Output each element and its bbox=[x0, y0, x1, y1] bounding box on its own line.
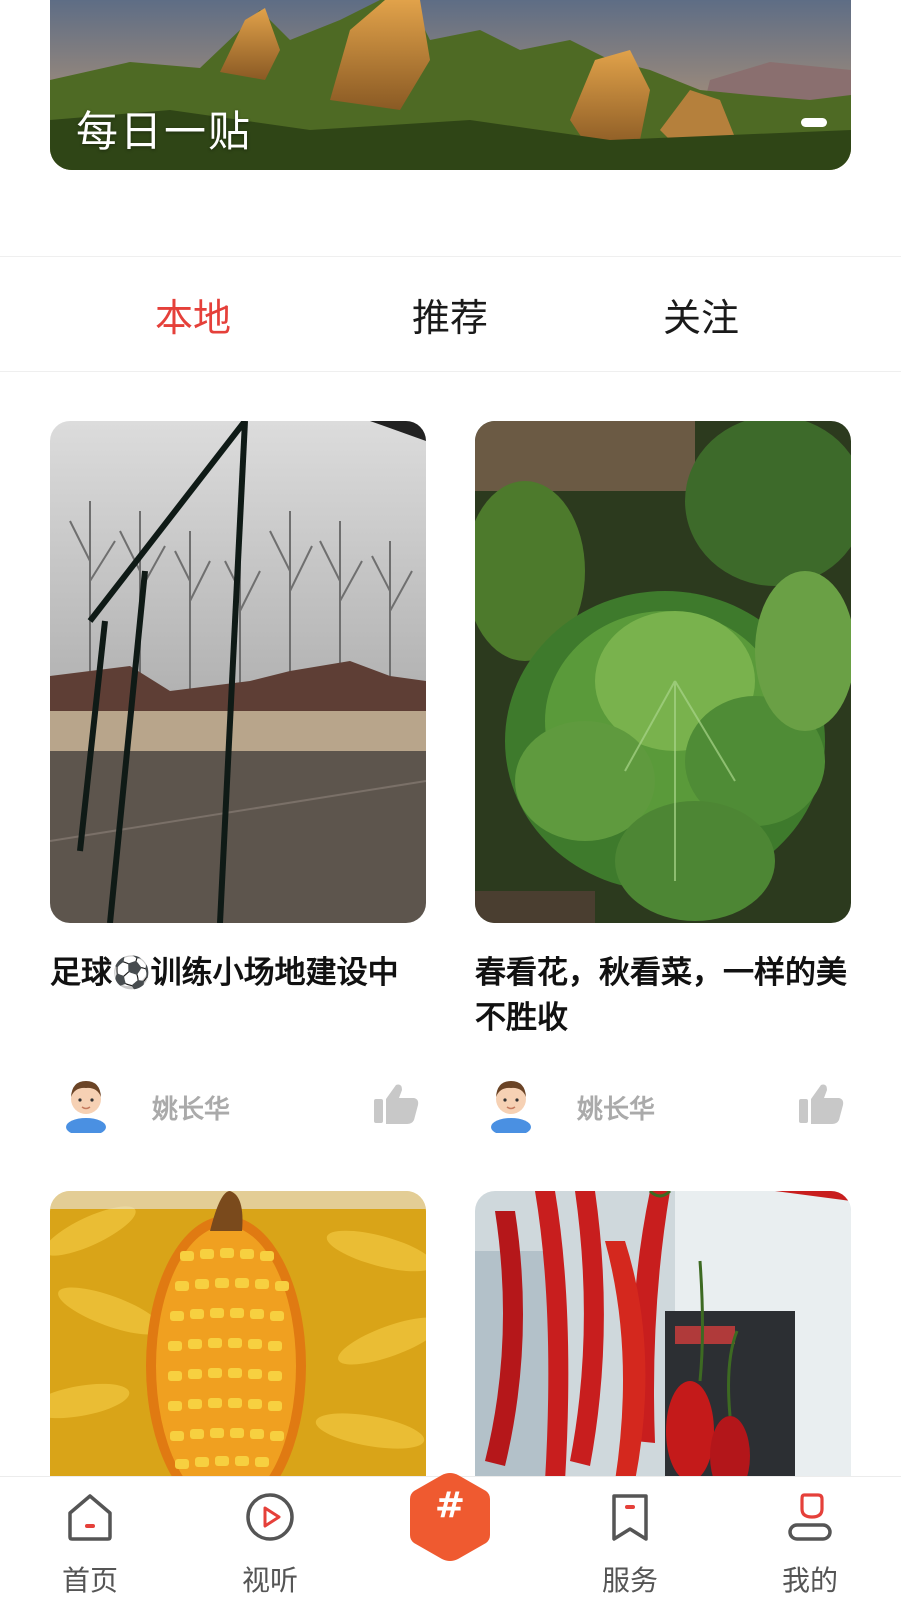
bookmark-icon bbox=[612, 1494, 648, 1541]
nav-video[interactable]: 视听 bbox=[210, 1477, 330, 1600]
tab-recommend[interactable]: 推荐 bbox=[412, 287, 488, 342]
card-image[interactable] bbox=[50, 421, 426, 923]
soccer-field-photo bbox=[50, 421, 426, 923]
play-circle-icon bbox=[246, 1493, 294, 1541]
card-image[interactable] bbox=[475, 1191, 851, 1481]
card-title[interactable]: 足球⚽训练小场地建设中 bbox=[50, 951, 426, 1041]
nav-mine[interactable]: 我的 bbox=[750, 1477, 870, 1600]
avatar[interactable] bbox=[489, 1075, 533, 1133]
card-title[interactable]: 春看花，秋看菜，一样的美不胜收 bbox=[475, 951, 851, 1041]
nav-services-label: 服务 bbox=[601, 1564, 658, 1597]
card-meta: 姚长华 bbox=[50, 1075, 426, 1147]
thumbs-up-icon[interactable] bbox=[372, 1081, 420, 1125]
author-name[interactable]: 姚长华 bbox=[577, 1089, 655, 1126]
feed-card[interactable] bbox=[50, 1191, 426, 1481]
cabbage-photo bbox=[475, 421, 851, 923]
nav-home[interactable]: 首页 bbox=[30, 1477, 150, 1600]
carousel-indicator bbox=[801, 118, 827, 127]
home-icon bbox=[68, 1494, 112, 1541]
feed-tabs: 本地 推荐 关注 bbox=[0, 257, 901, 371]
thumbs-up-icon[interactable] bbox=[797, 1081, 845, 1125]
corn-photo bbox=[50, 1191, 426, 1481]
author-name[interactable]: 姚长华 bbox=[152, 1089, 230, 1126]
divider bbox=[0, 371, 901, 372]
nav-home-label: 首页 bbox=[61, 1564, 118, 1597]
daily-post-banner[interactable]: 每日一贴 bbox=[50, 0, 851, 170]
nav-video-label: 视听 bbox=[241, 1564, 298, 1597]
tab-follow[interactable]: 关注 bbox=[663, 287, 739, 342]
bottom-navigation: 首页 视听 # 服务 我的 bbox=[0, 1473, 901, 1600]
card-image[interactable] bbox=[475, 421, 851, 923]
card-image[interactable] bbox=[50, 1191, 426, 1481]
nav-services[interactable]: 服务 bbox=[570, 1477, 690, 1600]
avatar[interactable] bbox=[64, 1075, 108, 1133]
topic-hashtag-button[interactable]: # bbox=[402, 1469, 498, 1565]
hashtag-label: # bbox=[434, 1485, 466, 1526]
card-meta: 姚长华 bbox=[475, 1075, 851, 1147]
user-icon bbox=[788, 1493, 832, 1541]
feed-card[interactable] bbox=[475, 1191, 851, 1481]
banner-title: 每日一贴 bbox=[76, 107, 253, 156]
feed-card[interactable]: 春看花，秋看菜，一样的美不胜收 姚长华 bbox=[475, 421, 851, 1147]
feed-card[interactable]: 足球⚽训练小场地建设中 姚长华 bbox=[50, 421, 426, 1147]
tab-local[interactable]: 本地 bbox=[155, 287, 231, 342]
nav-mine-label: 我的 bbox=[781, 1564, 838, 1597]
red-peppers-photo bbox=[475, 1191, 851, 1481]
